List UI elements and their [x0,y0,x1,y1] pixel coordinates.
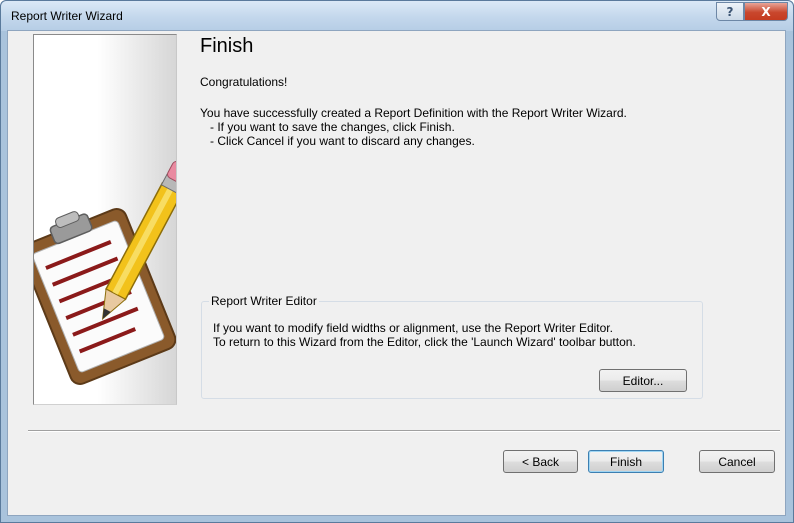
back-button[interactable]: < Back [503,450,578,473]
clipboard-pencil-icon [34,161,176,385]
cancel-button[interactable]: Cancel [699,450,775,473]
finish-instruction: - If you want to save the changes, click… [210,120,455,134]
group-title: Report Writer Editor [209,294,319,308]
help-icon: ? [726,4,734,19]
editor-info-line-2: To return to this Wizard from the Editor… [213,335,636,349]
cancel-instruction: - Click Cancel if you want to discard an… [210,134,475,148]
close-icon: X [761,4,771,19]
close-button[interactable]: X [744,2,788,21]
editor-info-line-1: If you want to modify field widths or al… [213,321,613,335]
page-title: Finish [200,35,254,57]
success-message: You have successfully created a Report D… [200,106,627,120]
window-title: Report Writer Wizard [11,9,123,23]
title-bar[interactable]: Report Writer Wizard ? X [1,1,793,31]
help-button[interactable]: ? [716,2,744,21]
finish-button[interactable]: Finish [588,450,664,473]
wizard-side-panel [33,34,177,405]
congratulations-text: Congratulations! [200,75,288,89]
footer-separator [28,430,780,432]
editor-button[interactable]: Editor... [599,369,687,392]
